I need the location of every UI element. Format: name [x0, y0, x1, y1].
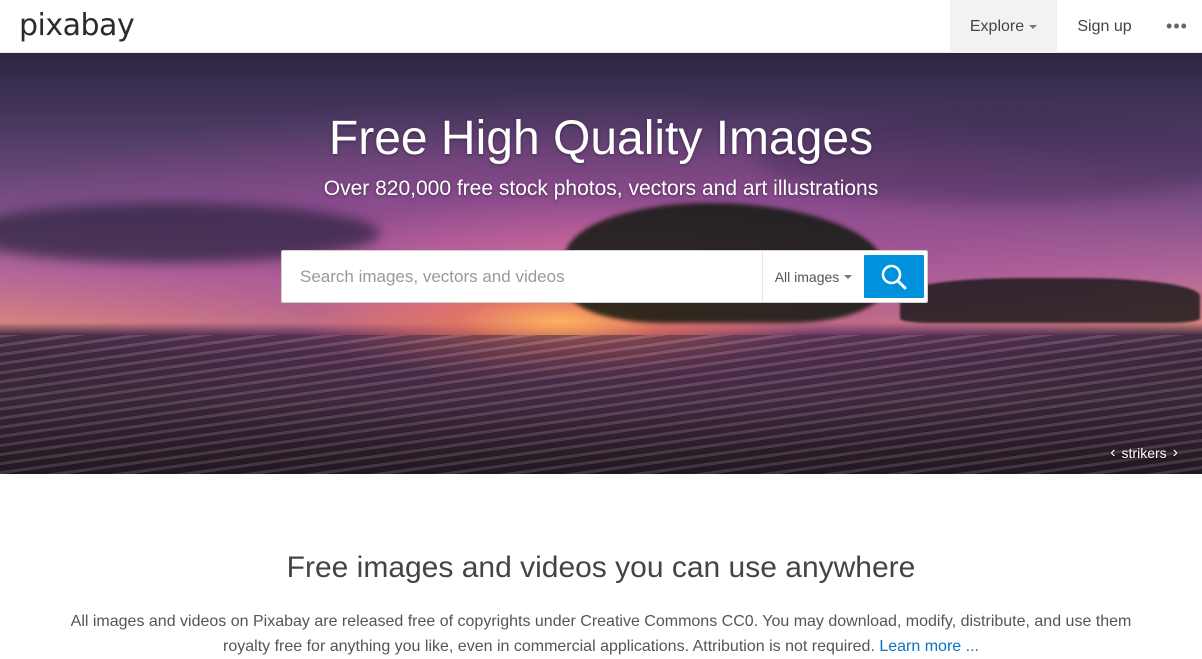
- hero-subtitle: Over 820,000 free stock photos, vectors …: [323, 177, 879, 200]
- hero-background-detail: [900, 278, 1200, 323]
- previous-photo-button[interactable]: ‹: [1104, 444, 1121, 462]
- intro-title: Free images and videos you can use anywh…: [286, 551, 916, 584]
- search-icon: [881, 264, 907, 289]
- search-type-dropdown[interactable]: All images: [762, 251, 864, 302]
- search-button[interactable]: [864, 255, 924, 298]
- signup-label: Sign up: [1077, 17, 1132, 35]
- photo-author-link[interactable]: strikers: [1122, 445, 1167, 461]
- search-form: All images: [281, 250, 928, 303]
- hero-title: Free High Quality Images: [328, 112, 874, 165]
- search-type-label: All images: [774, 268, 840, 285]
- intro-text: All images and videos on Pixabay are rel…: [70, 609, 1132, 659]
- more-icon: •••: [1166, 16, 1188, 36]
- more-menu-button[interactable]: •••: [1152, 0, 1202, 53]
- search-input[interactable]: [282, 251, 762, 302]
- pixabay-logo[interactable]: pixabay: [19, 8, 135, 44]
- explore-menu[interactable]: Explore: [950, 0, 1057, 53]
- top-navbar: pixabay Explore Sign up •••: [0, 0, 1202, 53]
- chevron-down-icon: [1029, 24, 1038, 29]
- next-photo-button[interactable]: ›: [1167, 444, 1184, 462]
- explore-label: Explore: [969, 17, 1025, 35]
- photo-credit: ‹ strikers ›: [1104, 444, 1184, 462]
- hero-banner: Free High Quality Images Over 820,000 fr…: [0, 53, 1202, 474]
- hero-background-detail: [0, 335, 1202, 474]
- main-nav: Explore Sign up •••: [950, 0, 1202, 53]
- learn-more-link[interactable]: Learn more ...: [879, 638, 979, 655]
- signup-link[interactable]: Sign up: [1057, 0, 1152, 53]
- chevron-down-icon: [844, 274, 853, 279]
